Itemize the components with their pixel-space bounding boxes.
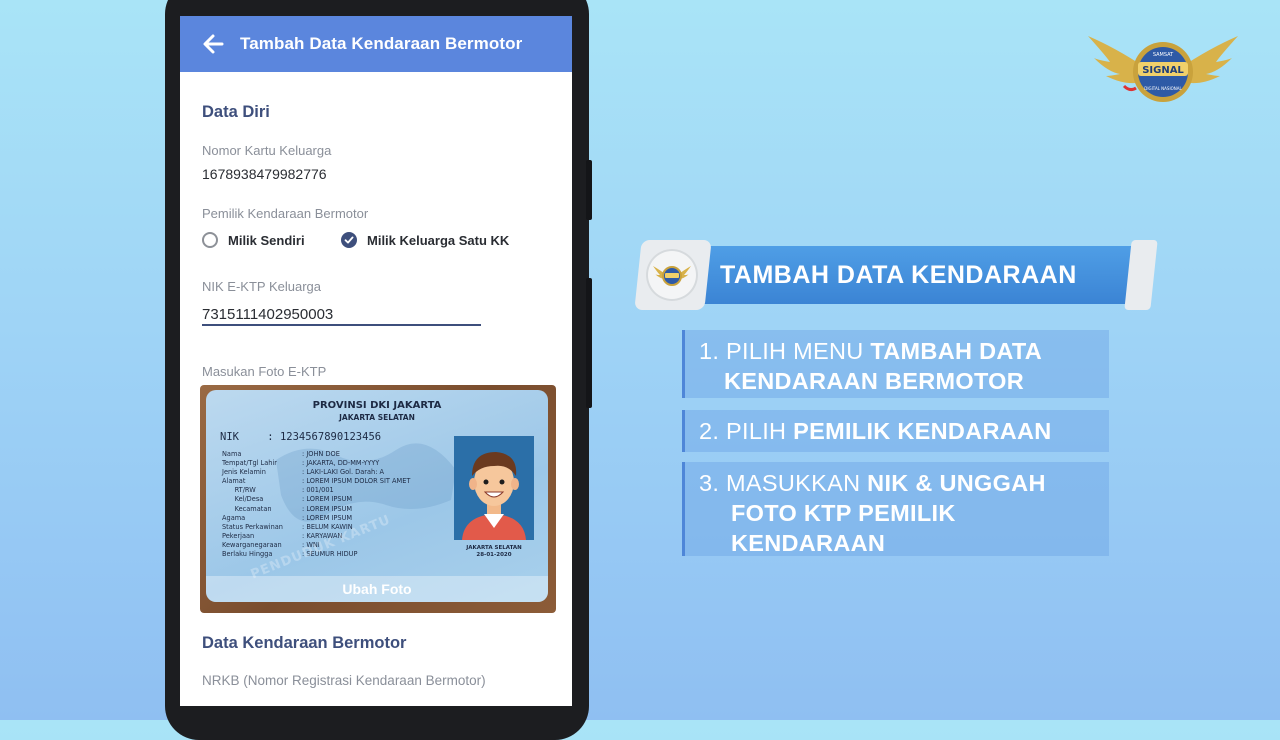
section-title-personal: Data Diri xyxy=(202,103,270,121)
step-text-bold: FOTO KTP PEMILIK xyxy=(731,500,956,526)
radio-checked-icon[interactable] xyxy=(341,232,357,248)
step-text-bold: TAMBAH DATA xyxy=(870,338,1043,364)
nik-input-underline xyxy=(202,324,481,326)
ktp-row: RT/RW: 001/001 xyxy=(222,486,334,495)
step-3: 3. MASUKKAN NIK & UNGGAH FOTO KTP PEMILI… xyxy=(682,462,1109,556)
ktp-issue-info: JAKARTA SELATAN 28-01-2020 xyxy=(454,545,534,559)
kk-label: Nomor Kartu Keluarga xyxy=(202,143,332,158)
nrkb-label: NRKB (Nomor Registrasi Kendaraan Bermoto… xyxy=(202,673,486,688)
ktp-issue-date: 28-01-2020 xyxy=(476,552,512,558)
ktp-province: PROVINSI DKI JAKARTA xyxy=(312,400,442,411)
ktp-row: Nama: JOHN DOE xyxy=(222,450,340,458)
ktp-nik: NIK : 1234567890123456 xyxy=(220,431,381,443)
step-text: PILIH MENU xyxy=(726,338,871,364)
owner-label: Pemilik Kendaraan Bermotor xyxy=(202,206,369,221)
logo-text-bottom: DIGITAL NASIONAL xyxy=(1144,86,1182,91)
ktp-row: Kel/Desa: LOREM IPSUM xyxy=(222,495,353,504)
ktp-row: Pekerjaan: KARYAWAN xyxy=(222,531,343,540)
ktp-row: Kecamatan: LOREM IPSUM xyxy=(222,504,353,513)
logo-text-top: SAMSAT xyxy=(1153,52,1174,58)
section-title-vehicle: Data Kendaraan Bermotor xyxy=(202,634,407,652)
step-text-bold: NIK & UNGGAH xyxy=(867,470,1046,496)
nik-input[interactable]: 7315111402950003 xyxy=(202,306,333,323)
person-avatar-icon xyxy=(454,436,534,540)
step-text-bold: KENDARAAN BERMOTOR xyxy=(724,368,1025,394)
photo-label: Masukan Foto E-KTP xyxy=(202,364,327,379)
ktp-nik-value: : 1234567890123456 xyxy=(267,431,382,443)
step-number: 1. xyxy=(699,338,720,364)
samsat-signal-logo-icon: SIGNAL SAMSAT DIGITAL NASIONAL xyxy=(1088,36,1238,102)
radio-label: Milik Keluarga Satu KK xyxy=(367,232,510,248)
phone-side-button xyxy=(586,160,592,220)
radio-label: Milik Sendiri xyxy=(228,232,305,248)
ktp-issue-place: JAKARTA SELATAN xyxy=(466,545,522,551)
step-number: 3. xyxy=(699,470,720,496)
nik-label: NIK E-KTP Keluarga xyxy=(202,279,321,294)
ktp-row: Jenis Kelamin: LAKI-LAKI Gol. Darah: A xyxy=(222,468,385,477)
step-number: 2. xyxy=(699,418,720,444)
ktp-card-image: PROVINSI DKI JAKARTA JAKARTA SELATAN NIK… xyxy=(206,390,548,602)
ktp-nik-label: NIK xyxy=(220,431,239,443)
step-text-bold: KENDARAAN xyxy=(731,530,886,556)
step-1: 1. PILIH MENU TAMBAH DATA KENDARAAN BERM… xyxy=(682,330,1109,398)
kk-value: 1678938479982776 xyxy=(202,166,327,182)
back-arrow-icon[interactable] xyxy=(202,33,224,55)
radio-option-own[interactable]: Milik Sendiri xyxy=(202,232,305,248)
change-photo-button[interactable]: Ubah Foto xyxy=(206,576,548,602)
step-2: 2. PILIH PEMILIK KENDARAAN xyxy=(682,410,1109,452)
ktp-photo[interactable]: PROVINSI DKI JAKARTA JAKARTA SELATAN NIK… xyxy=(200,385,556,613)
radio-option-family[interactable]: Milik Keluarga Satu KK xyxy=(341,232,509,248)
step-text-bold: PEMILIK KENDARAAN xyxy=(793,418,1052,444)
app-bar: Tambah Data Kendaraan Bermotor xyxy=(180,16,572,72)
ktp-row: Tempat/Tgl Lahir: JAKARTA, DD-MM-YYYY xyxy=(222,459,380,468)
banner-title: TAMBAH DATA KENDARAAN xyxy=(720,260,1077,289)
step-text: MASUKKAN xyxy=(726,470,868,496)
ktp-row: Alamat: LOREM IPSUM DOLOR SIT AMET xyxy=(222,477,411,486)
guide-banner: TAMBAH DATA KENDARAAN xyxy=(634,240,1160,310)
step-text: PILIH xyxy=(726,418,794,444)
radio-unchecked-icon[interactable] xyxy=(202,232,218,248)
ktp-city: JAKARTA SELATAN xyxy=(339,413,415,422)
phone-screen: Tambah Data Kendaraan Bermotor Data Diri… xyxy=(180,16,572,706)
banner-logo-icon xyxy=(646,249,698,301)
page-title: Tambah Data Kendaraan Bermotor xyxy=(240,34,523,53)
logo-text: SIGNAL xyxy=(1142,65,1184,76)
phone-side-button xyxy=(586,278,592,408)
